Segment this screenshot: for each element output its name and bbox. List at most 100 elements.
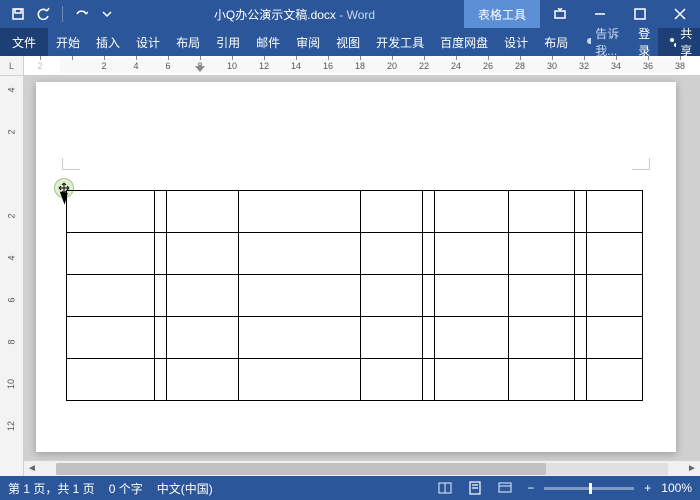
table-cell[interactable] (239, 359, 361, 401)
table-cell[interactable] (435, 317, 509, 359)
zoom-in-button[interactable]: + (640, 481, 655, 495)
ribbon-options-button[interactable] (540, 0, 580, 28)
maximize-button[interactable] (620, 0, 660, 28)
read-mode-button[interactable] (433, 479, 457, 497)
table-cell[interactable] (67, 317, 155, 359)
document-table[interactable] (66, 190, 643, 401)
table-cell[interactable] (587, 233, 643, 275)
table-cell[interactable] (575, 317, 587, 359)
table-cell[interactable] (575, 275, 587, 317)
table-cell[interactable] (423, 191, 435, 233)
table-cell[interactable] (155, 191, 167, 233)
table-cell[interactable] (67, 233, 155, 275)
table-cell[interactable] (239, 233, 361, 275)
table-cell[interactable] (67, 359, 155, 401)
document-scroll[interactable]: ◄ ► (24, 76, 700, 476)
table-cell[interactable] (361, 275, 423, 317)
table-cell[interactable] (509, 191, 575, 233)
page-count[interactable]: 第 1 页，共 1 页 (8, 480, 95, 497)
table-cell[interactable] (167, 317, 239, 359)
table-cell[interactable] (361, 317, 423, 359)
table-cell[interactable] (575, 359, 587, 401)
table-cell[interactable] (575, 233, 587, 275)
sign-in-button[interactable]: 登录 (630, 28, 658, 56)
table-cell[interactable] (509, 233, 575, 275)
table-cell[interactable] (435, 191, 509, 233)
table-row[interactable] (67, 191, 643, 233)
zoom-slider[interactable] (544, 487, 634, 490)
tell-me-search[interactable]: 告诉我... (576, 28, 630, 56)
print-layout-button[interactable] (463, 479, 487, 497)
scroll-left-button[interactable]: ◄ (24, 461, 40, 477)
table-cell[interactable] (167, 191, 239, 233)
table-cell[interactable] (67, 191, 155, 233)
table-cell[interactable] (155, 317, 167, 359)
table-cell[interactable] (423, 233, 435, 275)
table-cell[interactable] (435, 359, 509, 401)
tab-baidu[interactable]: 百度网盘 (432, 28, 496, 56)
tab-developer[interactable]: 开发工具 (368, 28, 432, 56)
table-cell[interactable] (423, 275, 435, 317)
indent-marker[interactable] (195, 66, 205, 72)
tab-mailings[interactable]: 邮件 (248, 28, 288, 56)
table-cell[interactable] (435, 233, 509, 275)
horizontal-scrollbar[interactable]: ◄ ► (24, 460, 700, 476)
zoom-slider-knob[interactable] (589, 483, 592, 494)
web-layout-button[interactable] (493, 479, 517, 497)
scroll-track[interactable] (56, 463, 668, 475)
table-cell[interactable] (509, 317, 575, 359)
minimize-button[interactable] (580, 0, 620, 28)
table-cell[interactable] (155, 359, 167, 401)
table-cell[interactable] (587, 275, 643, 317)
table-cell[interactable] (155, 275, 167, 317)
share-button[interactable]: 共享 (658, 28, 700, 56)
table-cell[interactable] (509, 275, 575, 317)
tab-selector[interactable]: L (0, 56, 24, 75)
table-cell[interactable] (361, 359, 423, 401)
table-cell[interactable] (239, 275, 361, 317)
table-cell[interactable] (239, 191, 361, 233)
redo-button[interactable] (69, 3, 93, 25)
zoom-out-button[interactable]: − (523, 481, 538, 495)
table-cell[interactable] (155, 233, 167, 275)
table-cell[interactable] (167, 233, 239, 275)
table-row[interactable] (67, 275, 643, 317)
language-indicator[interactable]: 中文(中国) (157, 480, 213, 497)
table-cell[interactable] (361, 191, 423, 233)
table-cell[interactable] (239, 317, 361, 359)
table-cell[interactable] (423, 317, 435, 359)
table-row[interactable] (67, 317, 643, 359)
scroll-right-button[interactable]: ► (684, 461, 700, 477)
table-cell[interactable] (67, 275, 155, 317)
table-cell[interactable] (361, 233, 423, 275)
table-cell[interactable] (587, 191, 643, 233)
vertical-ruler[interactable]: 4224681012 (0, 76, 24, 476)
tab-view[interactable]: 视图 (328, 28, 368, 56)
horizontal-ruler[interactable]: 22468101214161820222426283032343638 (24, 56, 700, 75)
table-cell[interactable] (167, 275, 239, 317)
undo-button[interactable] (32, 3, 56, 25)
save-button[interactable] (6, 3, 30, 25)
customize-qat-button[interactable] (95, 3, 119, 25)
table-cell[interactable] (587, 317, 643, 359)
page[interactable] (36, 82, 676, 452)
table-row[interactable] (67, 359, 643, 401)
table-cell[interactable] (575, 191, 587, 233)
tab-home[interactable]: 开始 (48, 28, 88, 56)
table-cell[interactable] (435, 275, 509, 317)
table-row[interactable] (67, 233, 643, 275)
word-count[interactable]: 0 个字 (109, 480, 143, 497)
tab-table-layout[interactable]: 布局 (536, 28, 576, 56)
table-cell[interactable] (587, 359, 643, 401)
tab-table-design[interactable]: 设计 (496, 28, 536, 56)
tab-design[interactable]: 设计 (128, 28, 168, 56)
zoom-level[interactable]: 100% (661, 481, 692, 495)
tab-references[interactable]: 引用 (208, 28, 248, 56)
tab-layout[interactable]: 布局 (168, 28, 208, 56)
scroll-thumb[interactable] (56, 463, 546, 475)
tab-review[interactable]: 审阅 (288, 28, 328, 56)
tab-file[interactable]: 文件 (0, 28, 48, 56)
tab-insert[interactable]: 插入 (88, 28, 128, 56)
close-button[interactable] (660, 0, 700, 28)
table-cell[interactable] (167, 359, 239, 401)
